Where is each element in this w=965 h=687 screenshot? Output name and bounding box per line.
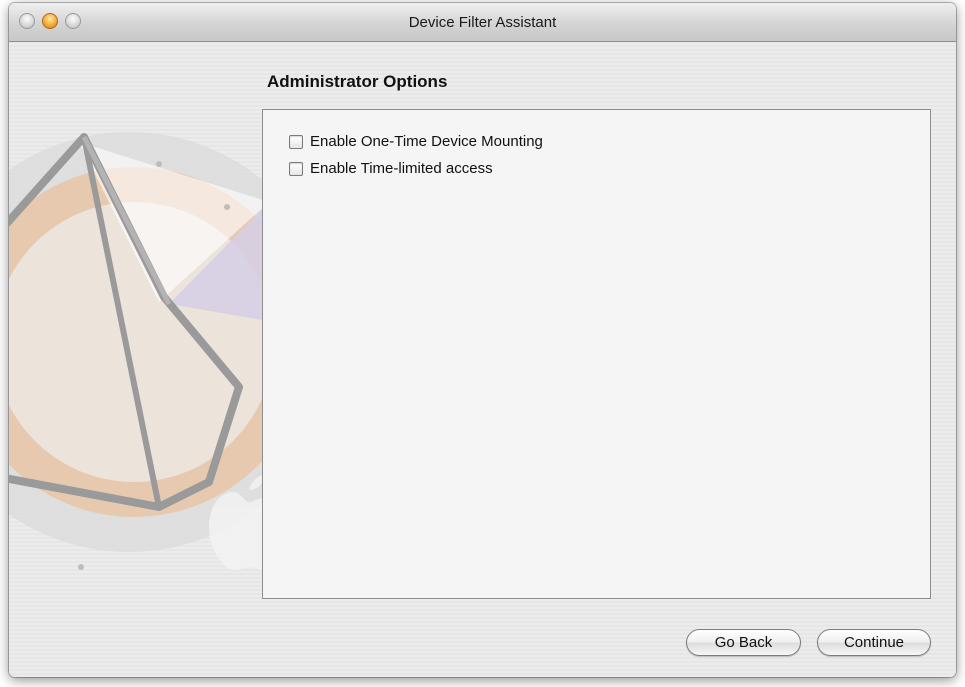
continue-button[interactable]: Continue [817,629,931,656]
title-bar[interactable]: Device Filter Assistant [9,3,956,42]
one-time-mounting-label: Enable One-Time Device Mounting [310,133,543,150]
page-title: Administrator Options [267,72,448,91]
option-time-limited-access[interactable]: Enable Time-limited access [289,160,493,177]
assistant-window: Device Filter Assistant Administrator Op… [9,3,956,677]
options-panel: Enable One-Time Device Mounting Enable T… [262,109,931,599]
time-limited-access-checkbox[interactable] [289,161,303,176]
one-time-mounting-checkbox[interactable] [289,134,303,149]
option-one-time-mounting[interactable]: Enable One-Time Device Mounting [289,133,543,150]
window-title: Device Filter Assistant [408,14,557,31]
content-area: Administrator Options Enable One-Time De… [9,42,956,677]
time-limited-access-label: Enable Time-limited access [310,160,493,177]
go-back-button[interactable]: Go Back [686,629,801,656]
